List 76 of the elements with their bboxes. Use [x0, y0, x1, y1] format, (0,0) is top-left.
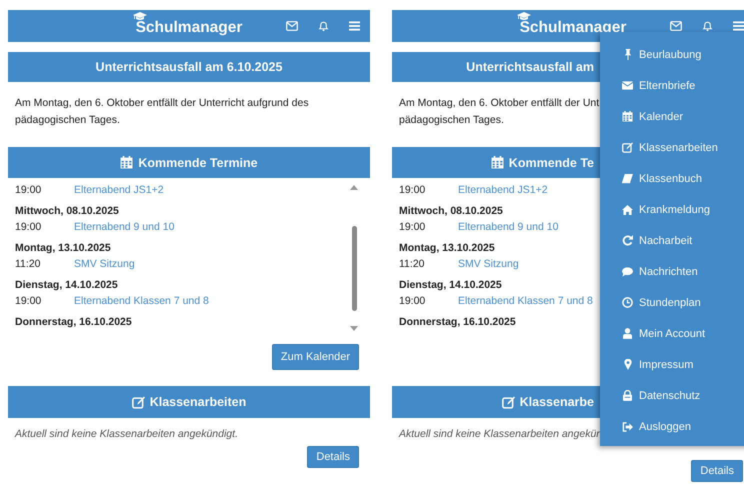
- notice-text: Am Montag, den 6. Oktober entfällt der Unterricht aufgrund des pädagogischen Tages.: [14, 96, 310, 128]
- menu-item[interactable]: Impressum: [600, 349, 744, 380]
- date-heading: Montag, 13.10.2025: [399, 242, 495, 254]
- menu-item[interactable]: Mein Account: [600, 318, 744, 349]
- section-header: Klassenarbeiten: [8, 386, 370, 418]
- event-time: 19:00: [399, 183, 426, 198]
- menu-item[interactable]: Datenschutz: [600, 380, 744, 411]
- date-heading: Dienstag, 14.10.2025: [399, 279, 502, 291]
- menu-item[interactable]: Nachrichten: [600, 256, 744, 287]
- event-time: 11:20: [15, 257, 42, 272]
- envelope-icon: [622, 81, 633, 90]
- graduation-cap-icon: [132, 12, 147, 20]
- redo-icon: [622, 235, 633, 246]
- event-link[interactable]: Elternabend Klassen 7 und 8: [458, 293, 593, 309]
- sign-out-icon: [622, 422, 633, 432]
- section-header: Unterrichtsausfall am 6.10.2025: [8, 52, 370, 82]
- menu-item[interactable]: Klassenarbeiten: [600, 132, 744, 163]
- app-logo[interactable]: Schulmanager: [520, 18, 626, 36]
- house-icon: [622, 204, 633, 214]
- menu-item[interactable]: Klassenbuch: [600, 163, 744, 194]
- edit-icon: [132, 396, 145, 408]
- bell-icon[interactable]: [318, 20, 329, 32]
- menu-item[interactable]: Elternbriefe: [600, 70, 744, 101]
- event-time: 19:00: [15, 220, 42, 235]
- graduation-cap-icon: [516, 12, 531, 20]
- event-time: 19:00: [399, 220, 426, 235]
- section-header: Kommende Termine: [8, 147, 370, 178]
- calendar-button[interactable]: Zum Kalender: [272, 344, 359, 370]
- bell-icon[interactable]: [702, 20, 713, 32]
- event-link[interactable]: SMV Sitzung: [74, 256, 135, 272]
- event-time: 11:20: [399, 257, 426, 272]
- event-time: 19:00: [399, 294, 426, 309]
- map-pin-icon: [622, 359, 633, 370]
- menu-item[interactable]: Stundenplan: [600, 287, 744, 318]
- menu-item[interactable]: Ausloggen: [600, 411, 744, 442]
- date-heading: Donnerstag, 16.10.2025: [399, 316, 516, 328]
- empty-message: Aktuell sind keine Klassenarbeiten angekündigt.: [14, 427, 239, 440]
- pin-icon: [622, 49, 633, 60]
- menu-icon[interactable]: [733, 21, 744, 31]
- mail-icon[interactable]: [286, 21, 298, 31]
- menu-item[interactable]: Nacharbeit: [600, 225, 744, 256]
- event-link[interactable]: Elternabend Klassen 7 und 8: [74, 293, 209, 309]
- scroll-down-icon[interactable]: [350, 326, 358, 332]
- calendar-icon: [622, 110, 633, 123]
- event-time: 19:00: [15, 294, 42, 309]
- menu-icon[interactable]: [349, 21, 360, 31]
- event-time: 19:00: [15, 183, 42, 198]
- event-link[interactable]: Elternabend 9 und 10: [74, 219, 174, 235]
- lock-icon: [622, 390, 633, 401]
- clock-icon: [622, 297, 633, 308]
- notice-text: Am Montag, den 6. Oktober entfällt der Unt pädagogischen Tages.: [398, 96, 600, 128]
- calendar-icon: [120, 156, 134, 169]
- user-icon: [622, 328, 633, 339]
- scroll-up-icon[interactable]: [350, 184, 358, 190]
- calendar-icon: [490, 156, 504, 169]
- details-button[interactable]: Details: [691, 460, 743, 482]
- date-heading: Donnerstag, 16.10.2025: [15, 316, 132, 328]
- scrollbar-thumb[interactable]: [352, 226, 356, 311]
- event-link[interactable]: Elternabend JS1+2: [74, 182, 164, 198]
- book-icon: [622, 174, 633, 184]
- date-heading: Mittwoch, 08.10.2025: [399, 205, 503, 217]
- menu-item[interactable]: Beurlaubung: [600, 39, 744, 70]
- menu-item[interactable]: Kalender: [600, 101, 744, 132]
- speech-bubble-icon: [622, 266, 633, 276]
- edit-icon: [622, 141, 633, 154]
- details-button[interactable]: Details: [307, 446, 359, 468]
- event-link[interactable]: Elternabend JS1+2: [458, 182, 548, 198]
- edit-icon: [502, 396, 515, 408]
- menu-item[interactable]: Krankmeldung: [600, 194, 744, 225]
- date-heading: Montag, 13.10.2025: [15, 242, 111, 254]
- mail-icon[interactable]: [670, 21, 682, 31]
- date-heading: Dienstag, 14.10.2025: [15, 279, 118, 291]
- event-link[interactable]: SMV Sitzung: [458, 256, 519, 272]
- date-heading: Mittwoch, 08.10.2025: [15, 205, 119, 217]
- app-logo[interactable]: Schulmanager: [136, 18, 242, 36]
- event-link[interactable]: Elternabend 9 und 10: [458, 219, 558, 235]
